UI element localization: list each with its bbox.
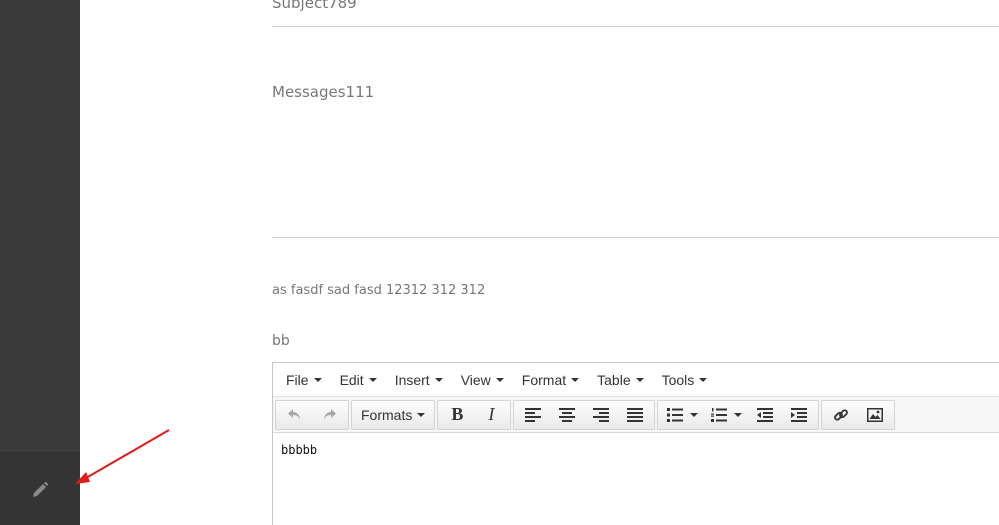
bullet-list-button[interactable] [660, 402, 704, 428]
sidebar [0, 0, 80, 525]
caret-down-icon [571, 377, 580, 382]
divider [272, 26, 999, 27]
edit-button[interactable] [27, 477, 53, 503]
align-right-button[interactable] [584, 402, 618, 428]
formats-group: Formats [351, 399, 436, 430]
bb-label: bb [272, 333, 290, 349]
undo-icon [288, 408, 300, 420]
menu-insert[interactable]: Insert [386, 366, 452, 394]
menu-file[interactable]: File [277, 366, 331, 394]
align-right-icon [593, 407, 610, 422]
align-justify-button[interactable] [618, 402, 652, 428]
alignment-group [513, 399, 656, 430]
editor-content-area[interactable]: bbbbb [273, 433, 999, 467]
pencil-icon [33, 481, 49, 497]
menu-label: View [460, 371, 491, 388]
divider [272, 237, 999, 238]
link-icon [834, 408, 849, 421]
menu-tools[interactable]: Tools [653, 366, 717, 394]
align-left-button[interactable] [516, 402, 550, 428]
caret-down-icon [733, 412, 742, 417]
undo-button[interactable] [278, 402, 312, 428]
caret-down-icon [313, 377, 322, 382]
numbered-list-button[interactable] [704, 402, 748, 428]
caret-down-icon [635, 377, 644, 382]
menu-label: Table [597, 371, 631, 388]
editor-toolbar: Formats B I [273, 397, 999, 433]
text-style-group: B I [437, 399, 512, 430]
redo-button[interactable] [312, 402, 346, 428]
align-left-icon [525, 407, 542, 422]
menu-label: Insert [394, 371, 430, 388]
bold-button[interactable]: B [440, 402, 474, 428]
caret-down-icon [689, 412, 698, 417]
caret-down-icon [495, 377, 504, 382]
editor-paragraph: bbbbb [281, 443, 318, 457]
outdent-button[interactable] [748, 402, 782, 428]
menu-label: File [286, 371, 309, 388]
indent-icon [791, 407, 808, 422]
insert-link-button[interactable] [824, 402, 858, 428]
list-group [657, 399, 820, 430]
italic-button[interactable]: I [474, 402, 508, 428]
image-icon [867, 407, 884, 422]
menu-view[interactable]: View [452, 366, 513, 394]
rich-text-editor: File Edit Insert View Format Table Tools… [272, 362, 999, 525]
menu-label: Edit [339, 371, 364, 388]
caret-down-icon [417, 412, 426, 417]
editor-menubar: File Edit Insert View Format Table Tools [273, 363, 999, 397]
caret-down-icon [368, 377, 377, 382]
insert-group [821, 399, 896, 430]
menu-label: Format [521, 371, 567, 388]
insert-image-button[interactable] [858, 402, 892, 428]
formats-dropdown[interactable]: Formats [354, 402, 432, 428]
message-view: Subject789 Messages111 as fasdf sad fasd… [272, 0, 999, 525]
menu-label: Tools [661, 371, 695, 388]
menu-format[interactable]: Format [513, 366, 588, 394]
menu-table[interactable]: Table [588, 366, 652, 394]
formats-label: Formats [361, 406, 413, 423]
caret-down-icon [699, 377, 708, 382]
subject-text: Subject789 [272, 0, 357, 12]
bullet-list-icon [666, 407, 683, 422]
messages-text: Messages111 [272, 83, 375, 101]
numbered-list-icon [710, 407, 727, 422]
redo-icon [324, 408, 336, 420]
align-center-icon [559, 407, 576, 422]
outdent-icon [757, 407, 774, 422]
align-center-button[interactable] [550, 402, 584, 428]
caret-down-icon [434, 377, 443, 382]
history-group [275, 399, 349, 430]
align-justify-icon [627, 407, 644, 422]
menu-edit[interactable]: Edit [331, 366, 386, 394]
message-body-text: as fasdf sad fasd 12312 312 312 [272, 283, 486, 298]
indent-button[interactable] [782, 402, 816, 428]
